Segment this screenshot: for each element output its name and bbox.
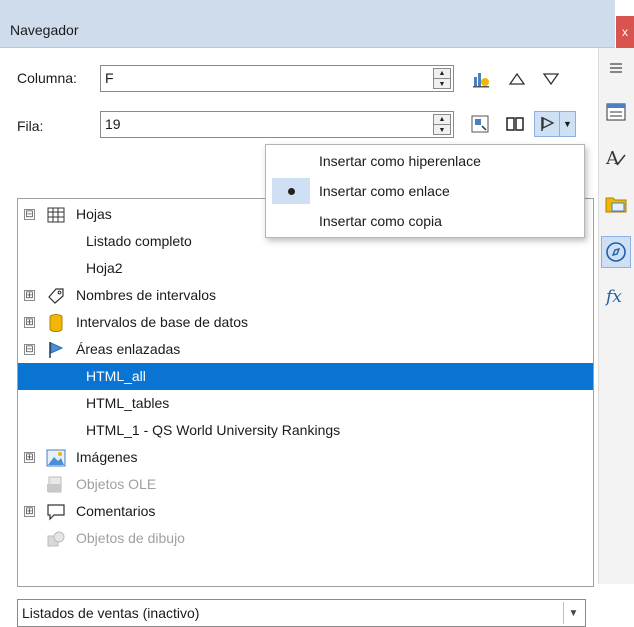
collapse-icon[interactable]: ⊟ <box>24 344 35 355</box>
tree-item-imagenes[interactable]: ⊞ Imágenes <box>18 444 593 471</box>
styles-icon[interactable]: A <box>601 142 631 174</box>
tree-item-comentarios[interactable]: ⊞ Comentarios <box>18 498 593 525</box>
column-spinner[interactable]: ▲ ▼ <box>433 68 451 89</box>
drag-mode-flag-icon[interactable] <box>534 111 560 137</box>
tree-item-objetos-ole: Objetos OLE <box>18 471 593 498</box>
gallery-icon[interactable] <box>601 188 631 220</box>
menu-item-insert-link[interactable]: Insertar como enlace <box>266 177 584 205</box>
close-button[interactable]: x <box>616 16 634 48</box>
navigator-icon[interactable] <box>601 236 631 268</box>
tree-item-objetos-dibujo: Objetos de dibujo <box>18 525 593 552</box>
tree-item-html-all[interactable]: HTML_all <box>18 363 593 390</box>
functions-icon[interactable]: fx <box>601 280 631 312</box>
column-label: Columna: <box>17 70 77 86</box>
tree-item-html-tables[interactable]: HTML_tables <box>18 390 593 417</box>
toggle-icon[interactable] <box>468 66 494 92</box>
tree-item-label: Hojas <box>76 206 112 222</box>
drag-mode-menu: Insertar como hiperenlace Insertar como … <box>265 144 585 238</box>
spin-up-icon[interactable]: ▲ <box>434 69 450 79</box>
image-icon <box>46 448 66 468</box>
database-icon <box>46 313 66 333</box>
navigator-panel: Columna: F ▲ ▼ Fila: 19 ▲ ▼ ▼ ⊟ Hojas Li… <box>0 48 598 627</box>
tree-item-intervalos-bd[interactable]: ⊞ Intervalos de base de datos <box>18 309 593 336</box>
drag-mode-dropdown-icon[interactable]: ▼ <box>560 111 576 137</box>
tree-item-label: Intervalos de base de datos <box>76 314 249 330</box>
chevron-down-icon[interactable]: ▼ <box>563 602 583 624</box>
spin-down-icon[interactable]: ▼ <box>434 125 450 135</box>
tree-item-label: Áreas enlazadas <box>76 341 181 357</box>
tree-item-html-1[interactable]: HTML_1 - QS World University Rankings <box>18 417 593 444</box>
up-arrow-icon[interactable] <box>504 66 530 92</box>
tree-item-label: Comentarios <box>76 503 156 519</box>
sheet-grid-icon <box>46 205 66 225</box>
spin-down-icon[interactable]: ▼ <box>434 79 450 89</box>
expand-icon[interactable]: ⊞ <box>24 506 35 517</box>
menu-item-label: Insertar como copia <box>319 213 442 229</box>
column-value: F <box>105 70 114 86</box>
tree-item-label: HTML_1 - QS World University Rankings <box>86 422 341 438</box>
column-field[interactable]: F ▲ ▼ <box>100 65 454 92</box>
spin-up-icon[interactable]: ▲ <box>434 115 450 125</box>
svg-text:A: A <box>605 148 620 169</box>
sidebar-menu-icon[interactable] <box>601 52 631 84</box>
contents-icon[interactable] <box>467 111 493 137</box>
window-title: Navegador <box>10 22 79 38</box>
down-arrow-icon[interactable] <box>538 66 564 92</box>
content-tree[interactable]: ⊟ Hojas Listado completo Hoja2 ⊞ Nombres… <box>17 198 594 587</box>
tree-item-hoja2[interactable]: Hoja2 <box>18 255 593 282</box>
menu-item-insert-hyperlink[interactable]: Insertar como hiperenlace <box>266 147 584 175</box>
menu-item-label: Insertar como enlace <box>319 183 450 199</box>
row-value: 19 <box>105 116 121 132</box>
tree-item-label: Objetos OLE <box>76 476 157 492</box>
properties-icon[interactable] <box>601 96 631 128</box>
tree-item-label: Hoja2 <box>86 260 123 276</box>
sidebar-deck: A fx <box>598 48 634 584</box>
document-select-value: Listados de ventas (inactivo) <box>22 605 200 621</box>
tree-item-label: Objetos de dibujo <box>76 530 185 546</box>
expand-icon[interactable]: ⊞ <box>24 290 35 301</box>
tree-item-areas-enlazadas[interactable]: ⊟ Áreas enlazadas <box>18 336 593 363</box>
drawing-object-icon <box>46 529 66 549</box>
comment-icon <box>46 502 66 522</box>
flag-icon <box>46 340 66 360</box>
document-select[interactable]: Listados de ventas (inactivo) ▼ <box>17 599 586 627</box>
collapse-icon[interactable]: ⊟ <box>24 209 35 220</box>
expand-icon[interactable]: ⊞ <box>24 317 35 328</box>
tree-item-label: HTML_tables <box>86 395 170 411</box>
ole-object-icon <box>46 475 66 495</box>
expand-icon[interactable]: ⊞ <box>24 452 35 463</box>
row-field[interactable]: 19 ▲ ▼ <box>100 111 454 138</box>
menu-item-label: Insertar como hiperenlace <box>319 153 481 169</box>
range-tag-icon <box>46 286 66 306</box>
svg-text:fx: fx <box>604 287 622 307</box>
row-spinner[interactable]: ▲ ▼ <box>433 114 451 135</box>
title-bar: Navegador <box>0 0 615 48</box>
radio-dot-icon <box>272 178 310 204</box>
tree-item-label: Listado completo <box>86 233 192 249</box>
tree-item-nombres-intervalos[interactable]: ⊞ Nombres de intervalos <box>18 282 593 309</box>
row-label: Fila: <box>17 118 44 134</box>
book-icon[interactable] <box>502 111 528 137</box>
tree-item-label: Imágenes <box>76 449 138 465</box>
tree-item-label: HTML_all <box>86 368 146 384</box>
tree-item-label: Nombres de intervalos <box>76 287 217 303</box>
menu-item-insert-copy[interactable]: Insertar como copia <box>266 207 584 235</box>
